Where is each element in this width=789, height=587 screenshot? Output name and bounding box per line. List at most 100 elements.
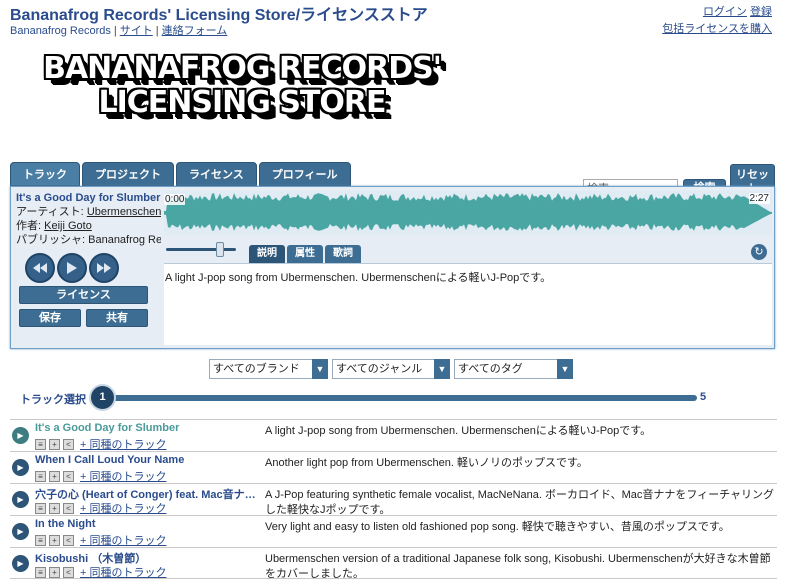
tag-filter[interactable]: すべてのタグ ▼ bbox=[454, 359, 573, 379]
track-description: A light J-pop song from Ubermenschen. Ub… bbox=[265, 425, 652, 437]
share-icon[interactable]: < bbox=[63, 470, 74, 482]
composer-row: 作者: Keiji Goto bbox=[16, 219, 161, 233]
nav-site-link[interactable]: サイト bbox=[120, 25, 153, 37]
nav-contact-link[interactable]: 連絡フォーム bbox=[162, 25, 228, 37]
track-row: ▶ When I Call Loud Your Name ≡ + < + 同種のトラック A… bbox=[10, 451, 777, 483]
elapsed-time: 0:00 bbox=[164, 194, 186, 205]
track-title[interactable]: It's a Good Day for Slumber bbox=[35, 422, 265, 434]
share-button[interactable]: 共有 bbox=[86, 309, 148, 327]
logo-line-1: BANANAFROG RECORDS' bbox=[43, 51, 442, 86]
track-row: ▶ 穴子の心 (Heart of Conger) feat. Mac音ナナ (..… bbox=[10, 483, 777, 516]
total-time: 2:27 bbox=[748, 193, 770, 204]
play-icon bbox=[67, 262, 77, 274]
track-description: A light J-pop song from Ubermenschen. Ub… bbox=[165, 272, 552, 284]
store-logo[interactable]: BANANAFROG RECORDS' LICENSING STORE bbox=[32, 52, 452, 142]
info-icon[interactable]: ≡ bbox=[35, 534, 46, 546]
audio-player: It's a Good Day for Slumber アーティスト: Uber… bbox=[10, 186, 775, 349]
composer-label: 作者: bbox=[16, 220, 42, 232]
track-actions: ≡ + < + 同種のトラック bbox=[35, 468, 166, 484]
brand-filter-value: すべてのブランド bbox=[213, 363, 300, 375]
volume-track bbox=[166, 248, 236, 251]
track-actions: ≡ + < + 同種のトラック bbox=[35, 564, 166, 580]
genre-filter-value: すべてのジャンル bbox=[336, 363, 423, 375]
refresh-icon[interactable]: ↻ bbox=[751, 244, 767, 260]
info-icon[interactable]: ≡ bbox=[35, 470, 46, 482]
add-icon[interactable]: + bbox=[49, 470, 60, 482]
track-info: It's a Good Day for Slumber アーティスト: Uber… bbox=[16, 191, 161, 247]
license-button[interactable]: ライセンス bbox=[19, 286, 148, 304]
track-row: ▶ Kisobushi （木曽節） ≡ + < + 同種のトラック Ubermenschen… bbox=[10, 547, 777, 580]
track-actions: ≡ + < + 同種のトラック bbox=[35, 436, 166, 452]
rewind-button[interactable] bbox=[25, 253, 55, 283]
add-icon[interactable]: + bbox=[49, 566, 60, 578]
sub-navigation: Bananafrog Records | サイト | 連絡フォーム bbox=[10, 25, 228, 37]
tab-description[interactable]: 説明 bbox=[249, 245, 285, 263]
chevron-down-icon: ▼ bbox=[557, 359, 573, 379]
track-actions: ≡ + < + 同種のトラック bbox=[35, 500, 166, 516]
register-link[interactable]: 登録 bbox=[750, 6, 772, 18]
similar-tracks-link[interactable]: + 同種のトラック bbox=[80, 436, 166, 452]
play-icon[interactable]: ▶ bbox=[12, 555, 29, 572]
artist-label: アーティスト: bbox=[16, 206, 84, 218]
add-icon[interactable]: + bbox=[49, 534, 60, 546]
tab-tracks[interactable]: トラック bbox=[10, 162, 80, 186]
composer-link[interactable]: Keiji Goto bbox=[44, 220, 92, 232]
genre-filter[interactable]: すべてのジャンル ▼ bbox=[332, 359, 450, 379]
track-description: A J-Pop featuring synthetic female vocal… bbox=[265, 489, 775, 516]
track-title[interactable]: When I Call Loud Your Name bbox=[35, 454, 265, 466]
waveform-shape bbox=[164, 193, 772, 231]
filter-bar: すべてのブランド ▼ すべてのジャンル ▼ すべてのタグ ▼ bbox=[209, 359, 573, 379]
add-icon[interactable]: + bbox=[49, 502, 60, 514]
track-description: Another light pop from Ubermenschen. 軽いノ… bbox=[265, 457, 588, 469]
track-row: ▶ In the Night ≡ + < + 同種のトラック Very light and … bbox=[10, 515, 777, 547]
similar-tracks-link[interactable]: + 同種のトラック bbox=[80, 500, 166, 516]
info-icon[interactable]: ≡ bbox=[35, 438, 46, 450]
play-icon[interactable]: ▶ bbox=[12, 459, 29, 476]
brand-filter[interactable]: すべてのブランド ▼ bbox=[209, 359, 328, 379]
info-icon[interactable]: ≡ bbox=[35, 566, 46, 578]
similar-tracks-link[interactable]: + 同種のトラック bbox=[80, 564, 166, 580]
play-icon[interactable]: ▶ bbox=[12, 427, 29, 444]
detail-tabs: 説明 属性 歌詞 bbox=[249, 245, 361, 263]
volume-knob[interactable] bbox=[216, 242, 224, 257]
save-button[interactable]: 保存 bbox=[19, 309, 81, 327]
player-track-title[interactable]: It's a Good Day for Slumber bbox=[16, 191, 161, 205]
chevron-down-icon: ▼ bbox=[434, 359, 450, 379]
tab-projects[interactable]: プロジェクト bbox=[82, 162, 174, 186]
publisher-label: パブリッシャ: bbox=[16, 234, 86, 246]
track-select-slider[interactable] bbox=[98, 395, 697, 401]
nav-brand-link[interactable]: Bananafrog Records bbox=[10, 25, 111, 37]
track-description: Very light and easy to listen old fashio… bbox=[265, 521, 730, 533]
info-icon[interactable]: ≡ bbox=[35, 502, 46, 514]
tab-licenses[interactable]: ライセンス bbox=[176, 162, 257, 186]
share-icon[interactable]: < bbox=[63, 438, 74, 450]
share-icon[interactable]: < bbox=[63, 566, 74, 578]
fast-forward-button[interactable] bbox=[89, 253, 119, 283]
add-icon[interactable]: + bbox=[49, 438, 60, 450]
play-icon[interactable]: ▶ bbox=[12, 491, 29, 508]
volume-slider[interactable] bbox=[166, 242, 236, 257]
login-link[interactable]: ログイン bbox=[703, 6, 747, 18]
track-select-label: トラック選択 bbox=[20, 394, 86, 406]
similar-tracks-link[interactable]: + 同種のトラック bbox=[80, 468, 166, 484]
fast-forward-icon bbox=[97, 263, 111, 273]
tab-lyrics[interactable]: 歌詞 bbox=[325, 245, 361, 263]
track-description: Ubermenschen version of a traditional Ja… bbox=[265, 553, 771, 580]
publisher-row: パブリッシャ: Bananafrog Rec... bbox=[16, 233, 161, 247]
main-tabs: トラック プロジェクト ライセンス プロフィール bbox=[10, 162, 351, 186]
bulk-license-link[interactable]: 包括ライセンスを購入 bbox=[662, 20, 772, 36]
rewind-icon bbox=[33, 263, 47, 273]
artist-link[interactable]: Ubermenschen bbox=[87, 206, 161, 218]
description-panel: A light J-pop song from Ubermenschen. Ub… bbox=[164, 263, 772, 345]
tab-attributes[interactable]: 属性 bbox=[287, 245, 323, 263]
tab-profile[interactable]: プロフィール bbox=[258, 162, 351, 186]
waveform-scrubber[interactable]: 0:00 2:27 bbox=[164, 191, 772, 235]
similar-tracks-link[interactable]: + 同種のトラック bbox=[80, 532, 166, 548]
track-select-handle[interactable]: 1 bbox=[89, 384, 116, 411]
share-icon[interactable]: < bbox=[63, 534, 74, 546]
play-button[interactable] bbox=[57, 253, 87, 283]
share-icon[interactable]: < bbox=[63, 502, 74, 514]
track-title[interactable]: In the Night bbox=[35, 518, 265, 530]
playback-controls bbox=[25, 253, 119, 283]
play-icon[interactable]: ▶ bbox=[12, 523, 29, 540]
